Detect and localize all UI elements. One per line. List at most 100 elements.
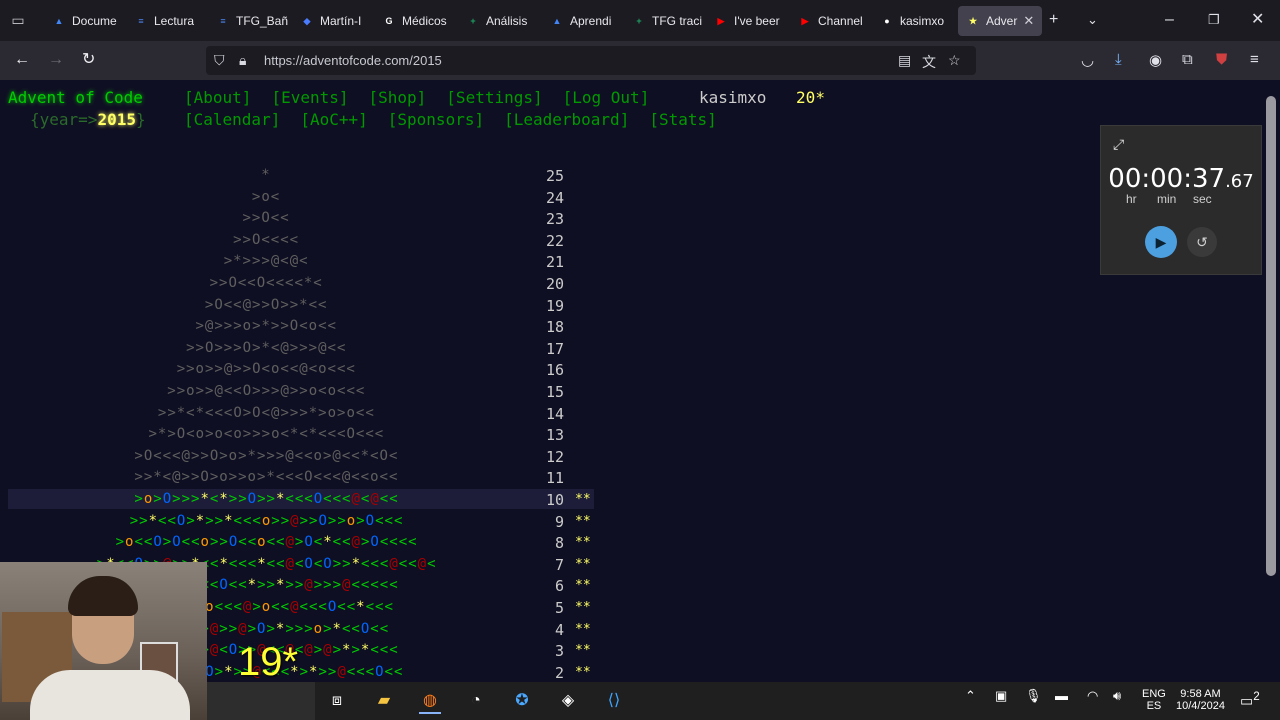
calendar-day-number[interactable]: 9: [524, 513, 564, 531]
close-window-button[interactable]: ✕: [1251, 10, 1264, 30]
reset-button[interactable]: ↺: [1187, 227, 1217, 257]
calendar-day-number[interactable]: 18: [524, 318, 564, 336]
close-tab-icon[interactable]: ✕: [1023, 13, 1034, 29]
tab-3[interactable]: ◆ Martín-I: [300, 6, 362, 36]
calendar-day-art[interactable]: >@>>>o>*>>O<o<<: [196, 318, 337, 334]
wifi-icon[interactable]: ◠: [1087, 688, 1098, 704]
calendar-day-number[interactable]: 2: [524, 664, 564, 682]
download-icon[interactable]: ⤓: [1115, 51, 1122, 68]
back-button[interactable]: ←: [14, 51, 30, 69]
github-desktop-icon[interactable]: ◈: [557, 690, 579, 712]
calendar-day-number[interactable]: 8: [524, 534, 564, 552]
calendar-day-number[interactable]: 20: [524, 275, 564, 293]
tab-5[interactable]: + Análisis: [466, 6, 527, 36]
calendar-day-number[interactable]: 23: [524, 210, 564, 228]
app-store-icon[interactable]: ✪: [511, 690, 533, 712]
calendar-day-art[interactable]: >>O<<<<: [233, 232, 299, 248]
calendar-day-art[interactable]: >o<: [252, 189, 280, 205]
notification-icon[interactable]: ▭2: [1240, 690, 1260, 710]
firefox-icon[interactable]: ◍: [419, 690, 441, 714]
menu-link-aoc++[interactable]: [AoC++]: [300, 110, 367, 129]
language-indicator[interactable]: ENG ES: [1142, 688, 1166, 712]
site-title[interactable]: Advent of Code: [8, 88, 143, 107]
calendar-day-number[interactable]: 21: [524, 253, 564, 271]
calendar-day-art[interactable]: >O<<@>>O>>*<<: [205, 297, 328, 313]
tab-4[interactable]: G Médicos: [382, 6, 446, 36]
calendar-day-art[interactable]: >>O<<O<<<<*<: [210, 275, 323, 291]
calendar-day-number[interactable]: 16: [524, 361, 564, 379]
menu-link-logout[interactable]: [Log Out]: [563, 88, 650, 107]
menu-icon[interactable]: ≡: [1250, 51, 1259, 68]
menu-link-events[interactable]: [Events]: [271, 88, 348, 107]
tab-1[interactable]: ≡ Lectura: [134, 6, 194, 36]
volume-icon[interactable]: 🔊︎: [1113, 688, 1121, 704]
menu-link-leaderboard[interactable]: [Leaderboard]: [504, 110, 629, 129]
calendar-day-art[interactable]: >>o>>@<<O>>>@>>o<o<<<: [167, 383, 365, 399]
reader-view-icon[interactable]: ▤: [898, 52, 911, 69]
forward-button[interactable]: →: [48, 51, 64, 69]
calendar-day-art[interactable]: >O<<<@>>O>o>*>>>@<<o>@<<*<O<: [134, 448, 398, 464]
clock[interactable]: 9:58 AM 10/4/2024: [1176, 688, 1225, 712]
tray-device-icon[interactable]: ▣: [995, 688, 1007, 704]
calendar-day-art[interactable]: >*>O<o>o<o>>>o<*<*<<<O<<<: [149, 426, 385, 442]
tab-7[interactable]: + TFG traci: [632, 6, 702, 36]
play-button[interactable]: ▶: [1145, 226, 1177, 258]
calendar-day-art[interactable]: >*>>>@<@<: [224, 253, 309, 269]
calendar-day-number[interactable]: 5: [524, 599, 564, 617]
file-explorer-icon[interactable]: ▰: [373, 690, 395, 712]
menu-link-settings[interactable]: [Settings]: [446, 88, 542, 107]
calendar-day-number[interactable]: 6: [524, 577, 564, 595]
tab-overflow-chevron-icon[interactable]: ⌄: [1087, 10, 1098, 30]
account-icon[interactable]: ◉: [1149, 51, 1162, 69]
tab-list-icon[interactable]: ▭: [10, 12, 26, 28]
address-bar[interactable]: ⛉ 🔒︎ https://adventofcode.com/2015 ▤ 文 ☆: [206, 46, 976, 75]
calendar-day-art[interactable]: >>O>>>O>*<@>>>@<<: [186, 340, 346, 356]
reload-button[interactable]: ↻: [82, 51, 95, 69]
maximize-button[interactable]: ❐: [1208, 10, 1220, 30]
microphone-icon[interactable]: 🎙︎: [1025, 688, 1042, 704]
pocket-icon[interactable]: ◡: [1081, 51, 1094, 69]
expand-icon[interactable]: ⤢: [1113, 136, 1124, 153]
new-tab-button[interactable]: +: [1049, 10, 1058, 30]
minimize-button[interactable]: –: [1165, 10, 1174, 30]
calendar-day-art[interactable]: >>*<*<<<O>O<@>>>*>o>o<<: [158, 405, 375, 421]
task-view-icon[interactable]: ⧈: [326, 690, 348, 712]
tab-8[interactable]: ▶ I've beer: [714, 6, 780, 36]
recorder-icon[interactable]: ◔: [465, 690, 487, 712]
calendar-day-number[interactable]: 13: [524, 426, 564, 444]
menu-link-sponsors[interactable]: [Sponsors]: [388, 110, 484, 129]
calendar-day-number[interactable]: 10: [524, 491, 564, 509]
calendar-day-art[interactable]: >>o>>@>>O<o<<@<o<<<: [177, 361, 356, 377]
calendar-day-number[interactable]: 12: [524, 448, 564, 466]
tab-11[interactable]: ★ Adver ✕: [958, 6, 1043, 36]
tab-10[interactable]: ● kasimxo: [880, 6, 944, 36]
calendar-day-number[interactable]: 17: [524, 340, 564, 358]
calendar-day-art[interactable]: *: [261, 167, 270, 183]
tab-0[interactable]: ▲ Docume: [52, 6, 117, 36]
calendar-day-art[interactable]: >o>O>>>*<*>>O>>*<<<O<<<@<@<<: [134, 491, 398, 507]
extensions-icon[interactable]: ⧉: [1182, 51, 1193, 68]
vscode-icon[interactable]: ⟨⟩: [603, 690, 625, 712]
calendar-day-number[interactable]: 15: [524, 383, 564, 401]
calendar-day-number[interactable]: 3: [524, 642, 564, 660]
page-scrollbar[interactable]: [1266, 96, 1276, 576]
menu-link-stats[interactable]: [Stats]: [649, 110, 716, 129]
menu-link-about[interactable]: [About]: [184, 88, 251, 107]
menu-link-calendar[interactable]: [Calendar]: [184, 110, 280, 129]
calendar-day-number[interactable]: 4: [524, 621, 564, 639]
calendar-day-art[interactable]: >o<<O>O<<o>>O<<o<<@>O<*<<@>O<<<<: [116, 534, 418, 550]
bookmark-star-icon[interactable]: ☆: [948, 52, 961, 69]
calendar-day-art[interactable]: >>O<<: [243, 210, 290, 226]
tab-6[interactable]: ▲ Aprendi: [550, 6, 612, 36]
ublock-icon[interactable]: ⛊: [1216, 51, 1227, 68]
lock-icon[interactable]: 🔒︎: [239, 52, 246, 69]
taskbar-search[interactable]: [207, 682, 315, 720]
calendar-day-art[interactable]: >>*<@>>O>o>>o>*<<<O<<<@<<o<<: [134, 469, 398, 485]
menu-link-shop[interactable]: [Shop]: [369, 88, 427, 107]
calendar-day-number[interactable]: 22: [524, 232, 564, 250]
calendar-day-number[interactable]: 14: [524, 405, 564, 423]
calendar-day-number[interactable]: 24: [524, 189, 564, 207]
tray-chevron-icon[interactable]: ⌃: [965, 688, 976, 704]
battery-icon[interactable]: ▬: [1055, 688, 1068, 703]
calendar-day-number[interactable]: 25: [524, 167, 564, 185]
